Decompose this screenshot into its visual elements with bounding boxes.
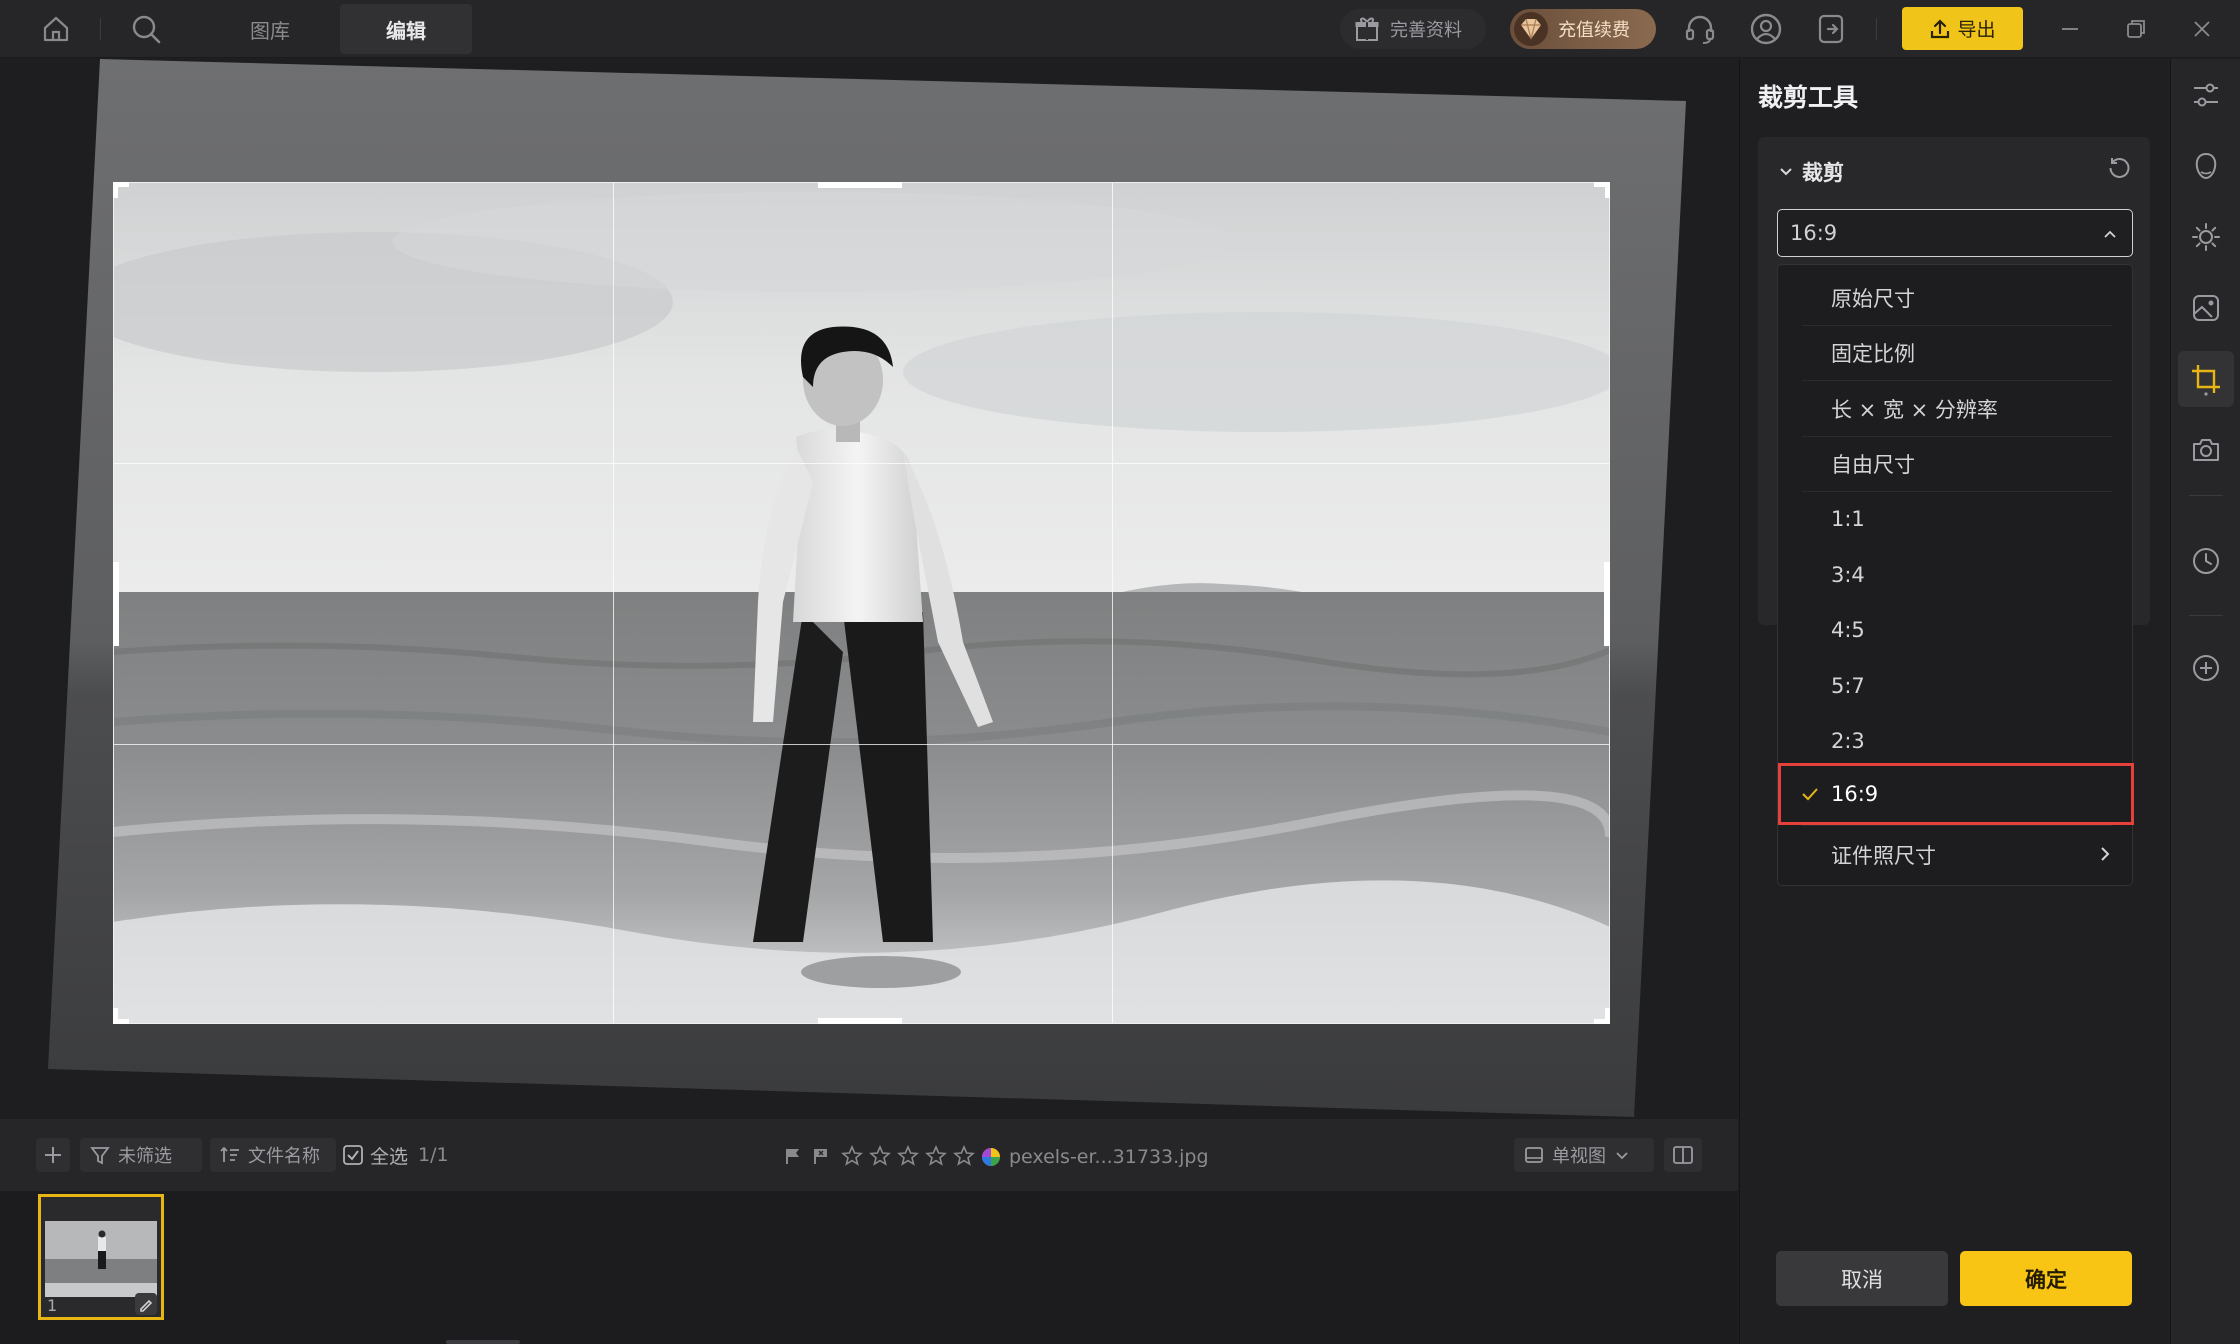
star-icon[interactable] bbox=[897, 1145, 919, 1167]
user-icon[interactable] bbox=[1746, 9, 1786, 49]
checkmark-icon bbox=[1802, 788, 1818, 801]
selection-count: 1/1 bbox=[418, 1144, 449, 1166]
star-icon[interactable] bbox=[925, 1145, 947, 1167]
flag-pick-icon[interactable] bbox=[784, 1147, 802, 1165]
menu-item-id-photo-size[interactable]: 证件照尺寸 bbox=[1778, 827, 2134, 882]
tab-gallery[interactable]: 图库 bbox=[220, 4, 320, 54]
view-mode-label: 单视图 bbox=[1552, 1146, 1606, 1167]
thumbnail-index: 1 bbox=[47, 1296, 58, 1315]
export-label: 导出 bbox=[1957, 19, 1996, 41]
confirm-button[interactable]: 确定 bbox=[1960, 1251, 2132, 1306]
sort-button[interactable]: 文件名称 bbox=[210, 1138, 336, 1172]
crop-section-header[interactable]: 裁剪 bbox=[1778, 157, 1844, 187]
crop-section-label: 裁剪 bbox=[1802, 161, 1844, 185]
flag-reject-icon[interactable] bbox=[812, 1147, 830, 1165]
crop-handle-left[interactable] bbox=[113, 562, 119, 646]
chevron-up-icon bbox=[2104, 230, 2116, 238]
add-tool-icon[interactable] bbox=[2178, 640, 2234, 696]
adjustments-icon[interactable] bbox=[2178, 67, 2234, 123]
cancel-button[interactable]: 取消 bbox=[1776, 1251, 1948, 1306]
menu-item-2-3[interactable]: 2:3 bbox=[1778, 713, 2134, 768]
crop-handle-right[interactable] bbox=[1604, 562, 1610, 646]
menu-item-5-7[interactable]: 5:7 bbox=[1778, 658, 2134, 713]
edited-badge-icon bbox=[135, 1293, 157, 1315]
menu-item-3-4[interactable]: 3:4 bbox=[1778, 547, 2134, 602]
star-rating[interactable] bbox=[841, 1145, 975, 1167]
menu-item-fixed-ratio[interactable]: 固定比例 bbox=[1778, 325, 2134, 380]
color-label-icon[interactable] bbox=[981, 1147, 1001, 1167]
crop-icon[interactable] bbox=[2178, 351, 2234, 407]
filter-icon bbox=[90, 1147, 110, 1165]
close-icon[interactable] bbox=[2182, 9, 2222, 49]
aspect-ratio-value: 16:9 bbox=[1790, 221, 1838, 245]
chevron-down-icon bbox=[1780, 168, 1792, 176]
crop-handle-bottom[interactable] bbox=[818, 1018, 902, 1024]
crop-frame[interactable] bbox=[113, 182, 1610, 1024]
search-icon[interactable] bbox=[126, 9, 166, 49]
single-view-icon bbox=[1525, 1147, 1543, 1163]
headset-icon[interactable] bbox=[1680, 9, 1720, 49]
brightness-icon[interactable] bbox=[2178, 209, 2234, 265]
image-effects-icon[interactable] bbox=[2178, 280, 2234, 336]
menu-item-16-9[interactable]: 16:9 bbox=[1778, 763, 2134, 825]
add-button[interactable] bbox=[36, 1138, 70, 1172]
sort-icon bbox=[220, 1146, 239, 1162]
crop-handle-top[interactable] bbox=[818, 182, 902, 188]
filmstrip-thumbnail[interactable]: 1 bbox=[38, 1194, 164, 1320]
camera-icon[interactable] bbox=[2178, 422, 2234, 478]
menu-item-1-1[interactable]: 1:1 bbox=[1778, 491, 2134, 546]
checkbox-icon bbox=[343, 1145, 363, 1165]
recharge-label: 充值续费 bbox=[1558, 20, 1630, 41]
aspect-ratio-menu: 原始尺寸 固定比例 长 × 宽 × 分辨率 自由尺寸 1:1 3:4 4:5 5… bbox=[1777, 264, 2134, 886]
editor-canvas[interactable] bbox=[0, 59, 1738, 1119]
crop-tool-panel: 裁剪工具 裁剪 16:9 原始尺寸 固定比例 长 × 宽 × 分辨率 自由尺寸 … bbox=[1739, 59, 2170, 1344]
diamond-icon bbox=[1514, 12, 1548, 46]
filter-button[interactable]: 未筛选 bbox=[80, 1138, 202, 1172]
filmstrip bbox=[0, 1191, 1738, 1344]
panel-title: 裁剪工具 bbox=[1758, 83, 1859, 112]
gift-icon bbox=[1355, 17, 1379, 41]
file-name: pexels-er...31733.jpg bbox=[1009, 1146, 1209, 1168]
bottom-toolbar: 未筛选 文件名称 全选 1/1 pexels-er...31733.jpg 单视… bbox=[0, 1119, 1738, 1191]
portrait-retouch-icon[interactable] bbox=[2178, 138, 2234, 194]
menu-item-free-size[interactable]: 自由尺寸 bbox=[1778, 436, 2134, 491]
compare-view-button[interactable] bbox=[1664, 1138, 1702, 1172]
recharge-button[interactable]: 充值续费 bbox=[1510, 9, 1656, 49]
top-bar: 图库 编辑 完善资料 充值续费 导出 bbox=[0, 0, 2240, 58]
menu-item-original-size[interactable]: 原始尺寸 bbox=[1778, 270, 2134, 325]
tab-edit[interactable]: 编辑 bbox=[340, 4, 472, 54]
chevron-down-icon bbox=[1616, 1152, 1628, 1160]
export-button[interactable]: 导出 bbox=[1902, 7, 2023, 50]
select-all-label: 全选 bbox=[370, 1145, 409, 1168]
restore-icon[interactable] bbox=[2116, 9, 2156, 49]
reset-icon[interactable] bbox=[2106, 155, 2132, 181]
plus-icon bbox=[45, 1147, 61, 1163]
home-icon[interactable] bbox=[36, 9, 76, 49]
filmstrip-scrollbar[interactable] bbox=[446, 1340, 520, 1344]
chevron-right-icon bbox=[2101, 847, 2110, 861]
view-mode-dropdown[interactable]: 单视图 bbox=[1514, 1138, 1654, 1172]
thumbnail-image bbox=[45, 1221, 157, 1297]
complete-profile-button[interactable]: 完善资料 bbox=[1340, 9, 1486, 49]
aspect-ratio-select[interactable]: 16:9 bbox=[1777, 209, 2133, 257]
complete-profile-label: 完善资料 bbox=[1390, 20, 1462, 41]
menu-item-4-5[interactable]: 4:5 bbox=[1778, 602, 2134, 657]
sort-label: 文件名称 bbox=[248, 1146, 320, 1167]
compare-icon bbox=[1673, 1146, 1693, 1164]
filter-label: 未筛选 bbox=[118, 1146, 172, 1167]
select-all-checkbox[interactable]: 全选 1/1 bbox=[342, 1138, 449, 1172]
tool-rail bbox=[2170, 59, 2240, 1344]
star-icon[interactable] bbox=[953, 1145, 975, 1167]
upload-icon bbox=[1931, 18, 1950, 38]
history-icon[interactable] bbox=[2178, 533, 2234, 589]
star-icon[interactable] bbox=[841, 1145, 863, 1167]
minimize-icon[interactable] bbox=[2050, 9, 2090, 49]
star-icon[interactable] bbox=[869, 1145, 891, 1167]
logout-icon[interactable] bbox=[1812, 9, 1852, 49]
menu-item-dimensions-resolution[interactable]: 长 × 宽 × 分辨率 bbox=[1778, 381, 2134, 436]
